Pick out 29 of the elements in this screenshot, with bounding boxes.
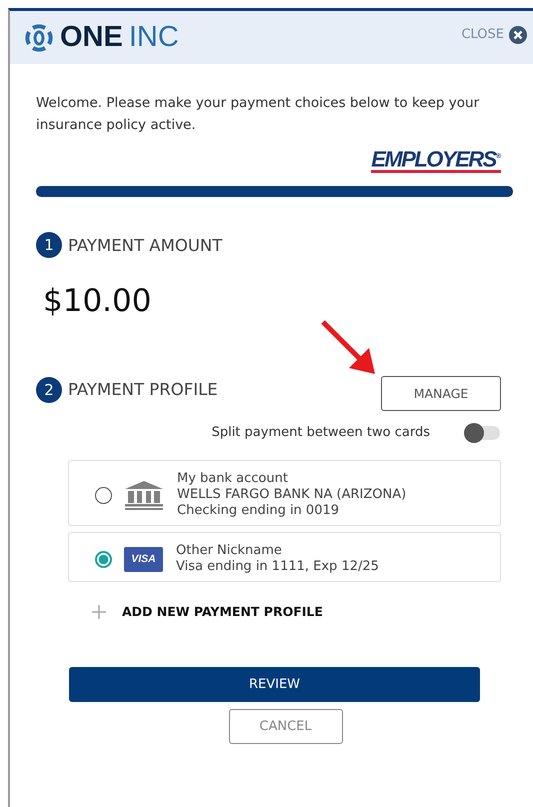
payment-profile-card[interactable]: VISA Other Nickname Visa ending in 1111, Exp 12/25: [68, 532, 501, 582]
logo-text: ONE: [60, 21, 123, 54]
bank-icon: [124, 480, 164, 510]
logo-icon: [24, 22, 54, 52]
profile-text: WELLS FARGO BANK NA (ARIZONA): [177, 487, 406, 504]
logo-text: INC: [128, 21, 179, 54]
review-button[interactable]: REVIEW: [69, 667, 480, 702]
card-badge: VISA: [124, 546, 163, 572]
profile-text: Visa ending in 1111, Exp 12/25: [176, 559, 379, 576]
toggle-switch[interactable]: [466, 426, 500, 440]
step-number: 1: [36, 232, 62, 258]
add-profile-button[interactable]: ADD NEW PAYMENT PROFILE: [92, 604, 323, 620]
brand-logo: EMPLOYERS$^{®}$: [371, 146, 501, 174]
radio-button[interactable]: [95, 550, 112, 568]
profile-text: Other Nickname: [176, 543, 283, 560]
payment-profile-card[interactable]: My bank account WELLS FARGO BANK NA (ARIZONA) Checking ending in 0019: [68, 460, 501, 526]
plus-icon: [92, 604, 106, 619]
manage-button[interactable]: MANAGE: [381, 376, 501, 412]
close-icon: [509, 26, 527, 44]
profile-text: My bank account: [177, 471, 289, 488]
section-title: PAYMENT AMOUNT: [68, 236, 222, 255]
welcome-text: Welcome. Please make your payment choices below to keep your insurance policy active.: [36, 94, 480, 135]
cancel-button[interactable]: CANCEL: [228, 709, 342, 744]
payment-amount: $10.00: [43, 283, 152, 320]
split-label: Split payment between two cards: [212, 425, 430, 440]
radio-button[interactable]: [95, 486, 112, 504]
section-title: PAYMENT PROFILE: [68, 380, 218, 400]
profile-text: Checking ending in 0019: [177, 503, 340, 520]
step-number: 2: [36, 376, 62, 403]
